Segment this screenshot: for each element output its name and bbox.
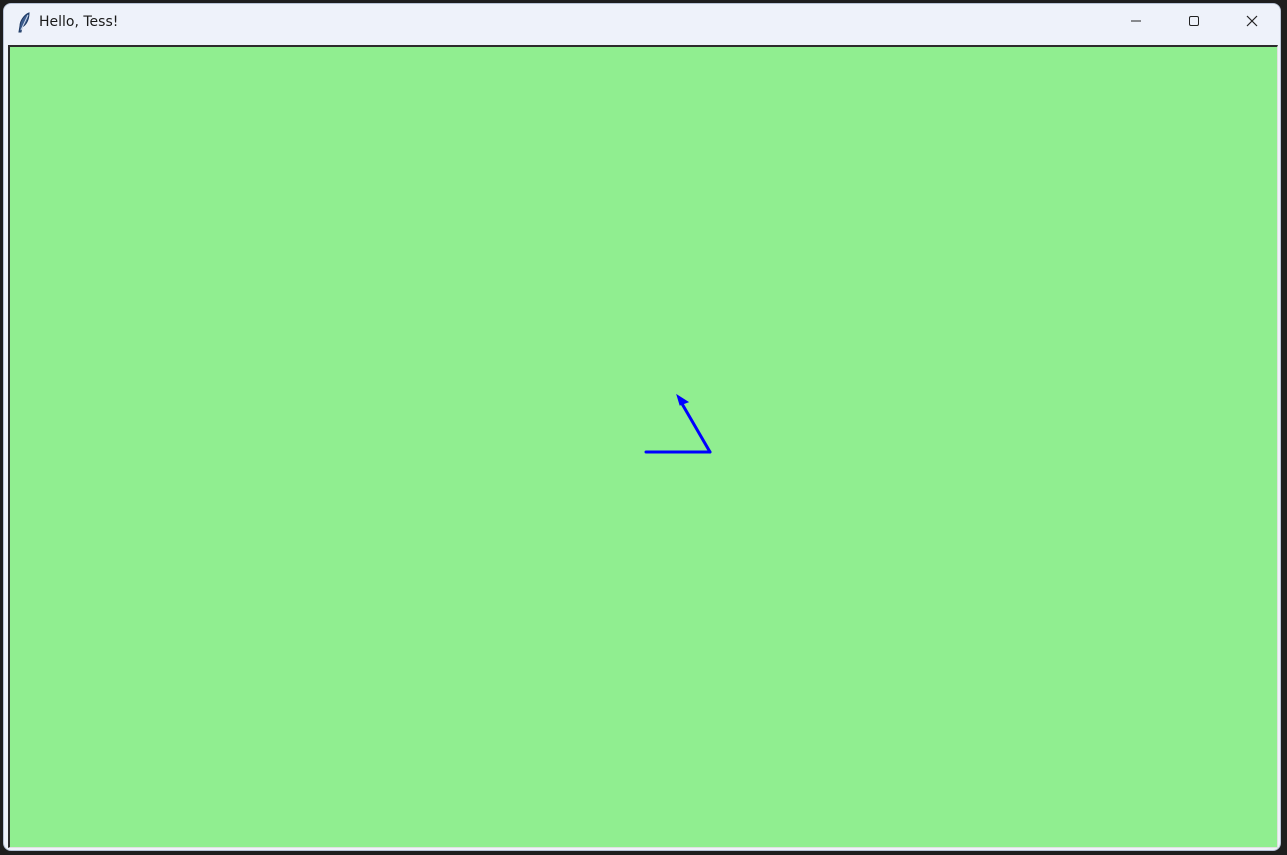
- window-title: Hello, Tess!: [39, 14, 119, 30]
- turtle-drawing: [644, 393, 712, 454]
- close-icon: [1246, 14, 1258, 32]
- minimize-icon: [1130, 14, 1142, 32]
- turtle-cursor-arrow-icon: [676, 393, 690, 406]
- minimize-button[interactable]: [1107, 4, 1165, 42]
- turtle-canvas[interactable]: [8, 45, 1278, 848]
- maximize-button[interactable]: [1165, 4, 1223, 42]
- feather-icon: [14, 12, 34, 34]
- title-bar[interactable]: Hello, Tess!: [4, 4, 1280, 42]
- close-button[interactable]: [1223, 4, 1280, 42]
- app-window: Hello, Tess!: [3, 3, 1281, 851]
- maximize-icon: [1188, 14, 1200, 32]
- turtle-path-segment: [679, 400, 712, 454]
